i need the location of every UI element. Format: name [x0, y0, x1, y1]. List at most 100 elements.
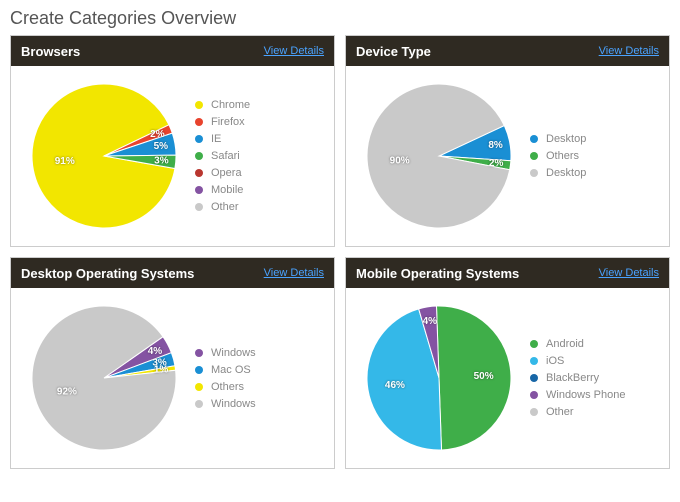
legend-swatch: [530, 391, 538, 399]
legend-swatch: [195, 366, 203, 374]
legend-swatch: [195, 186, 203, 194]
slice-label: 4%: [148, 346, 163, 357]
legend-swatch: [195, 169, 203, 177]
legend-swatch: [195, 383, 203, 391]
legend-label: Windows Phone: [546, 388, 626, 402]
legend-label: Other: [211, 200, 239, 214]
legend-label: Mobile: [211, 183, 243, 197]
legend-item[interactable]: Other: [195, 200, 326, 214]
legend-item[interactable]: Mobile: [195, 183, 326, 197]
legend-label: Opera: [211, 166, 242, 180]
legend-item[interactable]: Desktop: [530, 166, 661, 180]
legend-swatch: [530, 340, 538, 348]
legend-item[interactable]: Other: [530, 405, 661, 419]
panel-browsers: Browsers View Details 91% 2%5% 3% Chrome Fi…: [10, 35, 335, 247]
legend-label: Other: [546, 405, 574, 419]
pie-chart-device-type: 8% 2% 90%: [354, 76, 524, 236]
slice-label: 46%: [385, 380, 405, 391]
legend-label: Safari: [211, 149, 240, 163]
slice-label: 92%: [57, 387, 77, 398]
legend-label: Android: [546, 337, 584, 351]
legend-mobile-os: Android iOS BlackBerry Windows Phone Other: [524, 334, 661, 422]
panel-title: Device Type: [356, 44, 431, 59]
pie-chart-mobile-os: 50% 46% 4%: [354, 298, 524, 458]
legend-swatch: [195, 203, 203, 211]
legend-item[interactable]: Others: [530, 149, 661, 163]
legend-item[interactable]: Opera: [195, 166, 326, 180]
legend-label: IE: [211, 132, 221, 146]
view-details-link[interactable]: View Details: [599, 45, 659, 57]
page-title: Create Categories Overview: [0, 0, 680, 35]
legend-item[interactable]: Windows: [195, 346, 326, 360]
panel-header: Desktop Operating Systems View Details: [11, 258, 334, 288]
legend-item[interactable]: IE: [195, 132, 326, 146]
pie-chart-browsers: 91% 2%5% 3%: [19, 76, 189, 236]
pie-slice: [32, 306, 176, 450]
slice-label: 8%: [488, 140, 503, 151]
panel-header: Browsers View Details: [11, 36, 334, 66]
legend-label: Mac OS: [211, 363, 251, 377]
legend-label: Chrome: [211, 98, 250, 112]
panel-title: Browsers: [21, 44, 80, 59]
panel-mobile-os: Mobile Operating Systems View Details 50…: [345, 257, 670, 469]
legend-swatch: [530, 374, 538, 382]
slice-label: 5%: [154, 141, 169, 152]
view-details-link[interactable]: View Details: [264, 267, 324, 279]
legend-swatch: [195, 349, 203, 357]
pie-chart-desktop-os: 4%3%1%92%: [19, 298, 189, 458]
legend-swatch: [530, 357, 538, 365]
legend-item[interactable]: Android: [530, 337, 661, 351]
panel-body: 8% 2% 90% Desktop Others Desktop: [346, 66, 669, 246]
panel-header: Device Type View Details: [346, 36, 669, 66]
legend-device-type: Desktop Others Desktop: [524, 129, 661, 183]
legend-browsers: Chrome Firefox IE Safari Opera Mobile Other: [189, 95, 326, 217]
panel-title: Desktop Operating Systems: [21, 266, 194, 281]
slice-label: 3%: [154, 155, 169, 166]
view-details-link[interactable]: View Details: [264, 45, 324, 57]
legend-swatch: [195, 400, 203, 408]
legend-item[interactable]: Desktop: [530, 132, 661, 146]
legend-item[interactable]: Firefox: [195, 115, 326, 129]
legend-label: Windows: [211, 397, 256, 411]
panel-body: 50% 46% 4% Android iOS BlackBerry Windows Pho…: [346, 288, 669, 468]
legend-label: Firefox: [211, 115, 245, 129]
legend-label: BlackBerry: [546, 371, 599, 385]
legend-swatch: [530, 169, 538, 177]
slice-label: 2%: [150, 129, 165, 140]
slice-label: 90%: [390, 155, 410, 166]
legend-item[interactable]: BlackBerry: [530, 371, 661, 385]
legend-label: Desktop: [546, 132, 586, 146]
legend-label: Desktop: [546, 166, 586, 180]
legend-item[interactable]: Windows Phone: [530, 388, 661, 402]
panel-title: Mobile Operating Systems: [356, 266, 519, 281]
legend-item[interactable]: Safari: [195, 149, 326, 163]
slice-label: 50%: [474, 371, 494, 382]
legend-item[interactable]: iOS: [530, 354, 661, 368]
legend-label: Others: [211, 380, 244, 394]
legend-swatch: [195, 152, 203, 160]
legend-swatch: [530, 135, 538, 143]
view-details-link[interactable]: View Details: [599, 267, 659, 279]
legend-desktop-os: Windows Mac OS Others Windows: [189, 343, 326, 414]
panel-body: 91% 2%5% 3% Chrome Firefox IE Safari Opera Mobi…: [11, 66, 334, 246]
slice-label: 1%: [154, 365, 169, 376]
legend-swatch: [195, 118, 203, 126]
legend-swatch: [530, 408, 538, 416]
panel-desktop-os: Desktop Operating Systems View Details 4…: [10, 257, 335, 469]
legend-item[interactable]: Mac OS: [195, 363, 326, 377]
slice-label: 2%: [489, 158, 504, 169]
panel-header: Mobile Operating Systems View Details: [346, 258, 669, 288]
panel-device-type: Device Type View Details 8% 2% 90% Desktop…: [345, 35, 670, 247]
legend-label: iOS: [546, 354, 564, 368]
legend-item[interactable]: Windows: [195, 397, 326, 411]
legend-swatch: [195, 101, 203, 109]
legend-swatch: [195, 135, 203, 143]
slice-label: 4%: [423, 316, 438, 327]
legend-swatch: [530, 152, 538, 160]
legend-item[interactable]: Others: [195, 380, 326, 394]
slice-label: 91%: [55, 156, 75, 167]
panel-grid: Browsers View Details 91%2%5%3% ChromeFi…: [0, 35, 680, 479]
panel-body: 4%3%1%92% WindowsMac OSOthersWindows: [11, 288, 334, 468]
legend-label: Others: [546, 149, 579, 163]
legend-item[interactable]: Chrome: [195, 98, 326, 112]
